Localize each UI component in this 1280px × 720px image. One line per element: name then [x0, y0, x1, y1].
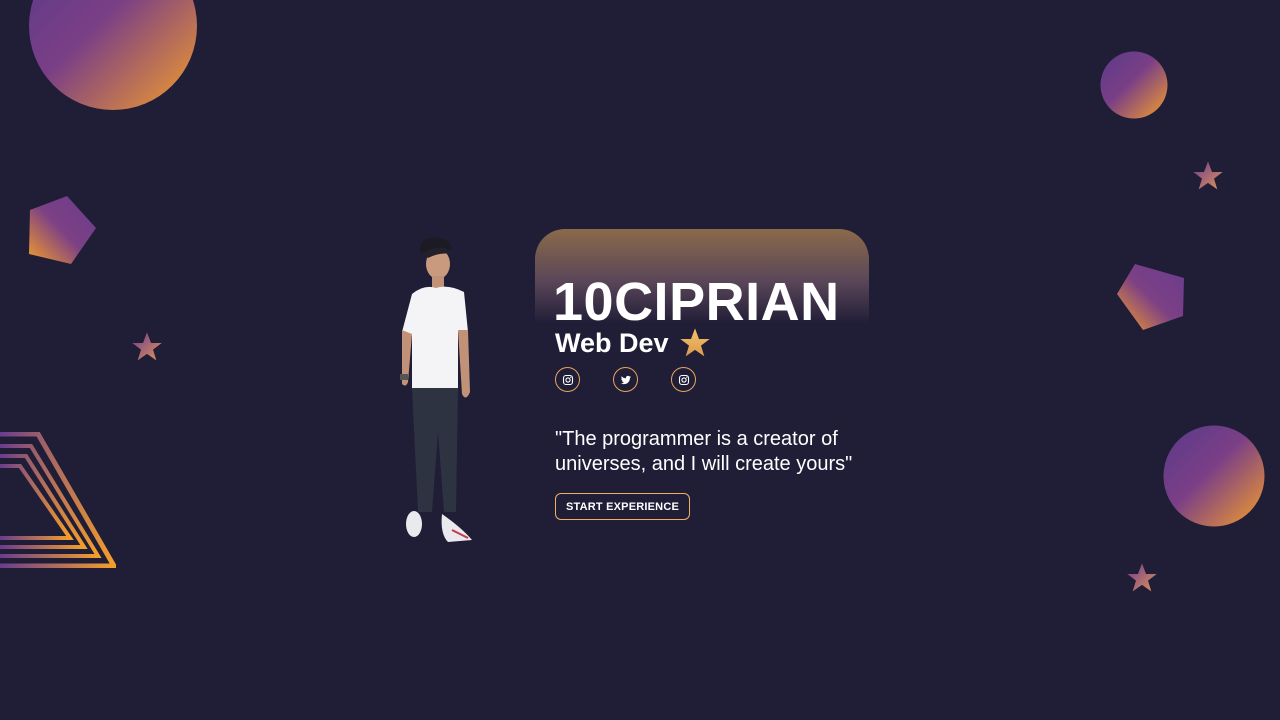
decor-triangle-lines-left [0, 432, 116, 568]
twitter-icon [620, 375, 631, 384]
instagram-icon [678, 374, 689, 385]
role-subtitle: Web Dev [555, 327, 669, 358]
decor-circle-top-left [29, 0, 197, 110]
start-experience-button[interactable]: START EXPERIENCE [555, 493, 691, 520]
subtitle-row: Web Dev [555, 327, 711, 359]
profile-photo [372, 232, 482, 547]
instagram-icon [562, 374, 573, 385]
social-links [555, 367, 696, 392]
decor-pentagon-right [1117, 264, 1185, 332]
hero-quote: "The programmer is a creator of universe… [555, 428, 853, 475]
page-title: 10CIPRIAN [553, 272, 840, 332]
decor-circle-top-right [1100, 51, 1168, 119]
instagram-link[interactable] [555, 367, 580, 392]
instagram-link-2[interactable] [671, 367, 696, 392]
decor-pentagon-left [29, 196, 97, 266]
decor-star-top-right [1192, 160, 1224, 192]
decor-circle-right [1163, 425, 1265, 527]
decor-star-left [131, 331, 163, 363]
star-icon [679, 328, 710, 357]
twitter-link[interactable] [613, 367, 638, 392]
decor-star-bottom-right [1126, 562, 1158, 594]
